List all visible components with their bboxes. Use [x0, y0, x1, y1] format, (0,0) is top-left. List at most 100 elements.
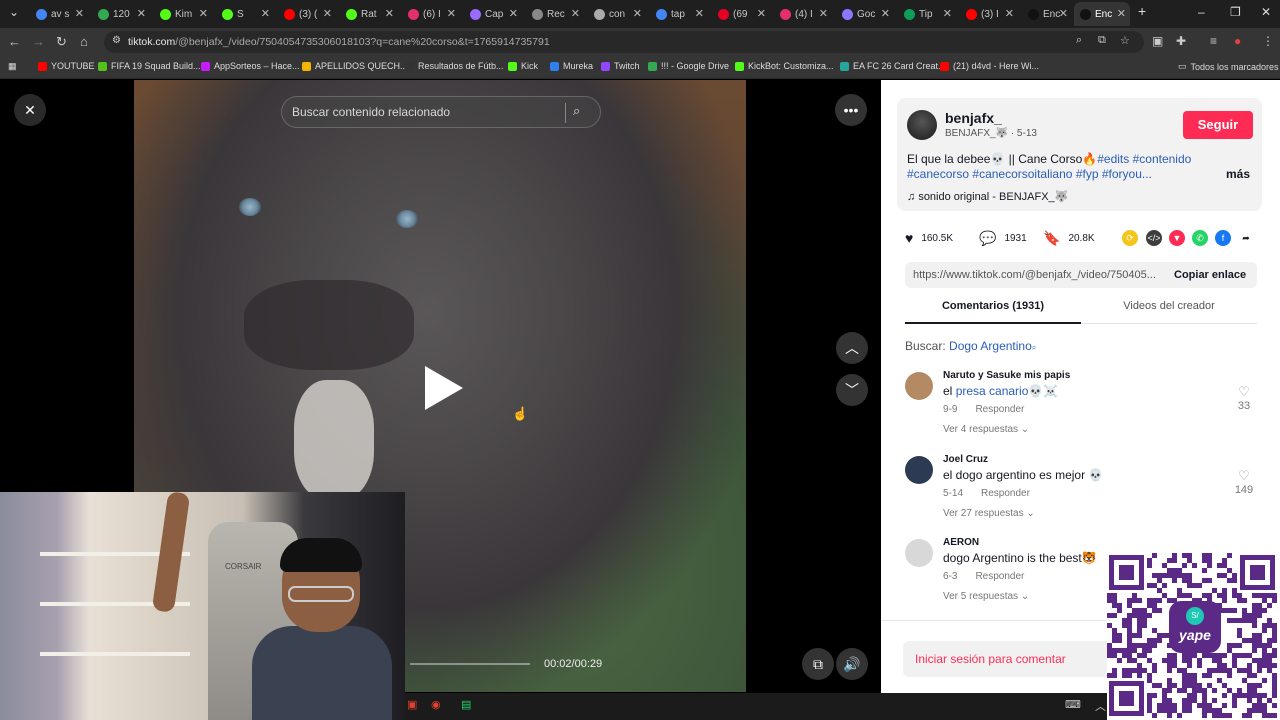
bookmark-item[interactable]: EA FC 26 Card Creat...	[840, 61, 946, 71]
commenter-avatar[interactable]	[905, 539, 933, 567]
next-video-icon[interactable]: ﹀	[836, 374, 868, 406]
tab-close-icon[interactable]: ✕	[695, 7, 704, 20]
reply-button[interactable]: Responder	[975, 404, 1024, 415]
apps-grid-icon[interactable]: ▦	[8, 61, 17, 72]
volume-icon[interactable]: 🔊	[836, 648, 868, 680]
tab-comments[interactable]: Comentarios (1931)	[905, 300, 1081, 324]
forward-icon[interactable]: →	[32, 34, 45, 49]
browser-menu-icon[interactable]: ⋮	[1262, 34, 1274, 48]
send-to-friends-icon[interactable]: ▼	[1169, 230, 1185, 246]
save-stat[interactable]: 🔖 20.8K	[1043, 230, 1095, 247]
commenter-name[interactable]: Joel Cruz	[943, 454, 988, 465]
comment-stat[interactable]: 💬 1931	[979, 230, 1027, 247]
taskbar-app-icon[interactable]: ▣	[407, 698, 417, 711]
sound-link[interactable]: ♫ sonido original - BENJAFX_🐺	[907, 190, 1068, 203]
copy-link-button[interactable]: Copiar enlace	[1174, 269, 1246, 281]
back-icon[interactable]: ←	[8, 34, 21, 49]
bookmark-item[interactable]: AppSorteos – Hace...	[201, 61, 300, 71]
browser-tab[interactable]: (3) I ✕	[960, 2, 1018, 26]
browser-tab[interactable]: Rat ✕	[340, 2, 398, 26]
address-bar[interactable]: ⚙ tiktok.com/@benjafx_/video/75040547353…	[104, 31, 1144, 53]
reload-icon[interactable]: ↻	[56, 34, 67, 50]
bookmark-item[interactable]: Mureka	[550, 61, 593, 71]
tab-close-icon[interactable]: ✕	[199, 7, 208, 20]
like-stat[interactable]: ♥ 160.5K	[905, 230, 953, 246]
hashtag-link[interactable]: #canecorsoitaliano	[972, 167, 1072, 181]
creator-username[interactable]: benjafx_	[945, 110, 1002, 126]
comment-like[interactable]: ♡ 33	[1231, 384, 1257, 412]
creator-avatar[interactable]	[907, 110, 937, 140]
all-bookmarks-folder[interactable]: ▭ Todos los marcadores	[1178, 61, 1279, 72]
browser-tab[interactable]: Kim ✕	[154, 2, 212, 26]
view-replies-button[interactable]: Ver 5 respuestas ⌄	[943, 591, 1029, 602]
search-icon[interactable]: ⌕	[573, 103, 580, 119]
share-arrow-icon[interactable]: ➦	[1238, 230, 1254, 246]
hashtag-link[interactable]: #contenido	[1133, 152, 1192, 166]
reply-button[interactable]: Responder	[981, 488, 1030, 499]
bookmark-star-icon[interactable]: ☆	[1120, 34, 1130, 47]
tray-chevron-icon[interactable]: ︿	[1095, 698, 1106, 714]
tab-close-icon[interactable]: ✕	[757, 7, 766, 20]
browser-tab[interactable]: con ✕	[588, 2, 646, 26]
facebook-icon[interactable]: f	[1215, 230, 1231, 246]
bookmark-item[interactable]: Twitch	[601, 61, 640, 71]
home-icon[interactable]: ⌂	[80, 34, 88, 49]
tab-close-icon[interactable]: ✕	[1005, 7, 1014, 20]
profile-avatar-icon[interactable]: ●	[1234, 34, 1241, 48]
tab-close-icon[interactable]: ✕	[881, 7, 890, 20]
bookmark-item[interactable]: YOUTUBE	[38, 61, 95, 71]
video-link-url[interactable]: https://www.tiktok.com/@benjafx_/video/7…	[913, 269, 1156, 281]
tab-close-icon[interactable]: ✕	[509, 7, 518, 20]
tab-close-icon[interactable]: ✕	[137, 7, 146, 20]
browser-tab[interactable]: tap ✕	[650, 2, 708, 26]
bookmark-item[interactable]: FIFA 19 Squad Build...	[98, 61, 201, 71]
commenter-name[interactable]: AERON	[943, 537, 979, 548]
browser-tab[interactable]: Tip ✕	[898, 2, 956, 26]
hashtag-link[interactable]: #fyp	[1076, 167, 1099, 181]
hashtag-link[interactable]: #foryou...	[1102, 167, 1152, 181]
whatsapp-icon[interactable]: ✆	[1192, 230, 1208, 246]
tab-close-icon[interactable]: ✕	[75, 7, 84, 20]
tab-close-icon[interactable]: ✕	[943, 7, 952, 20]
hashtag-link[interactable]: #edits	[1097, 152, 1129, 166]
bookmark-item[interactable]: KickBot: Customiza...	[735, 61, 834, 71]
previous-video-icon[interactable]: ︿	[836, 332, 868, 364]
related-search-input[interactable]: Buscar contenido relacionado ⌕	[281, 96, 601, 128]
browser-tab[interactable]: (3) (✕	[278, 2, 336, 26]
media-control-icon[interactable]: ≡	[1210, 34, 1217, 48]
bookmark-item[interactable]: Resultados de Fútb...	[405, 61, 504, 71]
commenter-avatar[interactable]	[905, 372, 933, 400]
view-replies-button[interactable]: Ver 27 respuestas ⌄	[943, 508, 1035, 519]
close-video-button[interactable]: ✕	[14, 94, 46, 126]
new-tab-button[interactable]: +	[1138, 3, 1146, 19]
browser-tab[interactable]: S ✕	[216, 2, 274, 26]
browser-tab[interactable]: (69 ✕	[712, 2, 770, 26]
tab-close-icon[interactable]: ✕	[385, 7, 394, 20]
tab-close-icon[interactable]: ✕	[819, 7, 828, 20]
tab-close-icon[interactable]: ✕	[447, 7, 456, 20]
browser-tab[interactable]: Enc ✕	[1074, 2, 1130, 26]
tab-creator-videos[interactable]: Videos del creador	[1081, 300, 1257, 324]
follow-button[interactable]: Seguir	[1183, 111, 1253, 139]
comment-search-link[interactable]: presa canario	[956, 384, 1029, 398]
tab-close-icon[interactable]: ✕	[1117, 7, 1126, 20]
reply-button[interactable]: Responder	[975, 571, 1024, 582]
browser-tab[interactable]: Cap ✕	[464, 2, 522, 26]
minimize-icon[interactable]: –	[1198, 5, 1205, 19]
embed-icon[interactable]: </>	[1146, 230, 1162, 246]
search-term-link[interactable]: Dogo Argentino	[949, 339, 1032, 353]
excel-icon[interactable]: ▤	[461, 698, 471, 711]
extensions-puzzle-icon[interactable]: ✚	[1176, 34, 1186, 48]
keyboard-icon[interactable]: ⌨	[1065, 698, 1081, 711]
zoom-icon[interactable]: ⌕	[1076, 34, 1082, 47]
tab-close-icon[interactable]: ✕	[1059, 7, 1068, 20]
tab-close-icon[interactable]: ✕	[323, 7, 332, 20]
browser-tab[interactable]: av s ✕	[30, 2, 88, 26]
more-link[interactable]: más	[1226, 167, 1250, 181]
comment-like[interactable]: ♡ 149	[1231, 468, 1257, 496]
close-window-icon[interactable]: ✕	[1261, 5, 1271, 19]
hashtag-link[interactable]: #canecorso	[907, 167, 969, 181]
extension-icon[interactable]: ▣	[1152, 34, 1163, 48]
browser-tab[interactable]: (4) I ✕	[774, 2, 832, 26]
tab-close-icon[interactable]: ✕	[261, 7, 270, 20]
